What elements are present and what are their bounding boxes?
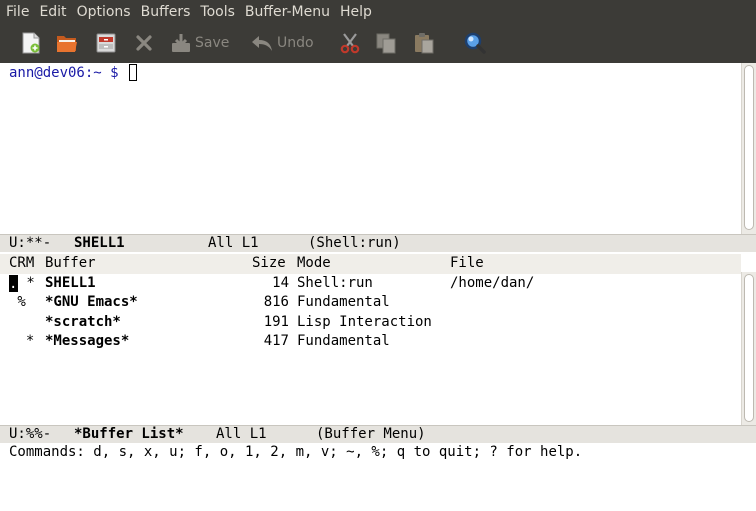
menu-buffer-menu[interactable]: Buffer-Menu [240, 0, 335, 24]
row-mode: Fundamental [297, 294, 390, 310]
row-mode: Lisp Interaction [297, 313, 432, 330]
modeline-major-mode[interactable]: (Buffer Menu) [316, 426, 426, 443]
row-crm: * [9, 333, 35, 349]
copy-icon [376, 33, 396, 54]
menu-tools[interactable]: Tools [195, 0, 240, 24]
new-file-icon [22, 32, 40, 54]
table-row[interactable]: % *GNU Emacs* 816 Fundamental [0, 293, 741, 313]
row-size: 417 [263, 333, 289, 349]
shell-mode-line[interactable]: U:**- SHELL1 All L1 (Shell:run) [0, 234, 756, 252]
search-icon [464, 32, 486, 54]
file-cabinet-icon [96, 33, 116, 53]
header-crm: CRM [9, 255, 35, 271]
dired-button[interactable] [95, 30, 117, 56]
search-button[interactable] [463, 30, 487, 56]
buffer-list-scrollbar[interactable] [741, 272, 756, 425]
menu-bar: File Edit Options Buffers Tools Buffer-M… [0, 0, 756, 24]
buffer-list-scroll-thumb[interactable] [744, 274, 754, 422]
header-size[interactable]: Size [252, 254, 286, 274]
row-crm: * [18, 274, 35, 291]
shell-prompt-line: ann@dev06:~ $ [9, 64, 138, 84]
shell-scrollbar[interactable] [741, 63, 756, 234]
shell-window[interactable]: ann@dev06:~ $ [0, 63, 741, 234]
table-row[interactable]: *scratch* 191 Lisp Interaction [0, 313, 741, 333]
save-icon [172, 34, 190, 52]
cut-button[interactable] [339, 30, 361, 56]
save-button[interactable]: Save [170, 30, 229, 56]
undo-button[interactable]: Undo [250, 30, 314, 56]
row-mode: Fundamental [297, 333, 390, 349]
open-folder-icon [57, 36, 77, 52]
menu-file[interactable]: File [0, 0, 34, 24]
modeline-major-mode[interactable]: (Shell:run) [308, 235, 401, 252]
header-buffer[interactable]: Buffer [45, 254, 96, 274]
row-buffer-name[interactable]: *GNU Emacs* [45, 293, 138, 313]
menu-options[interactable]: Options [72, 0, 136, 24]
undo-label: Undo [277, 35, 314, 51]
row-buffer-name[interactable]: *Messages* [45, 332, 129, 352]
paste-button[interactable] [413, 30, 435, 56]
modeline-buffer-name[interactable]: SHELL1 [74, 235, 125, 252]
text-cursor [129, 64, 138, 81]
modeline-position: All L1 [216, 426, 267, 442]
row-buffer-name[interactable]: SHELL1 [45, 274, 96, 294]
table-row[interactable]: * *Messages* 417 Fundamental [0, 332, 741, 352]
modeline-status: U:**- [9, 235, 52, 251]
menu-buffers[interactable]: Buffers [136, 0, 196, 24]
buffer-list-window[interactable]: CRM Buffer Size Mode File . * SHELL1 14 … [0, 252, 741, 425]
save-label: Save [195, 35, 230, 51]
close-icon [136, 35, 152, 51]
header-mode[interactable]: Mode [297, 254, 331, 274]
row-size: 14 [272, 274, 289, 291]
menu-help[interactable]: Help [335, 0, 377, 24]
echo-area-message: Commands: d, s, x, u; f, o, 1, 2, m, v; … [9, 444, 583, 460]
copy-button[interactable] [375, 30, 397, 56]
modeline-status: U:%%- [9, 426, 52, 442]
row-size: 191 [263, 313, 289, 330]
buffer-list-header: CRM Buffer Size Mode File [0, 254, 741, 274]
row-file: /home/dan/ [450, 274, 535, 291]
new-file-button[interactable] [20, 30, 42, 56]
menu-edit[interactable]: Edit [34, 0, 71, 24]
modeline-position: All L1 [208, 235, 259, 251]
open-file-button[interactable] [55, 30, 79, 56]
header-file[interactable]: File [450, 254, 484, 274]
close-buffer-button[interactable] [134, 30, 154, 56]
toolbar: Save Undo [0, 24, 756, 63]
undo-icon [252, 36, 272, 51]
row-crm: % [9, 294, 26, 310]
table-row[interactable]: . * SHELL1 14 Shell:run /home/dan/ [0, 274, 741, 294]
shell-prompt: ann@dev06:~ $ [9, 65, 119, 81]
shell-scroll-thumb[interactable] [744, 65, 754, 230]
scissors-icon [340, 33, 360, 54]
echo-area: Commands: d, s, x, u; f, o, 1, 2, m, v; … [0, 443, 756, 462]
row-buffer-name[interactable]: *scratch* [45, 313, 121, 333]
row-size: 816 [263, 294, 289, 310]
modeline-buffer-name[interactable]: *Buffer List* [74, 426, 184, 443]
buffer-list-mode-line[interactable]: U:%%- *Buffer List* All L1 (Buffer Menu) [0, 425, 756, 443]
point-cursor: . [9, 274, 18, 292]
row-mode: Shell:run [297, 274, 373, 291]
paste-icon [415, 33, 434, 54]
